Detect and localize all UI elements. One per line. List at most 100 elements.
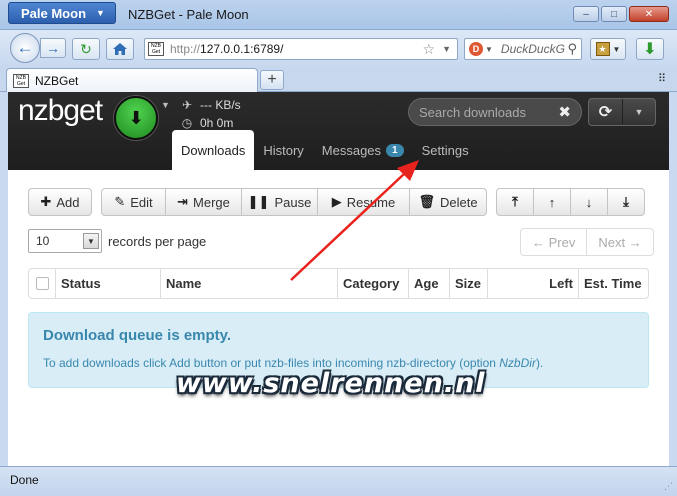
url-bar[interactable]: NZB Get http://127.0.0.1:6789/ ☆ ▼	[144, 38, 458, 60]
bookmarks-icon: ★	[595, 42, 610, 56]
pause-button-label: Pause	[274, 194, 312, 210]
window-controls: – □ ✕	[573, 6, 669, 22]
back-button[interactable]: ←	[10, 33, 40, 63]
select-all-cell	[29, 269, 55, 298]
web-search-input[interactable]: DuckDuckG	[501, 42, 567, 56]
url-host: 127.0.0.1:6789/	[200, 42, 284, 56]
tab-messages-label: Messages	[321, 142, 382, 158]
move-up-button[interactable]: ↑	[533, 188, 571, 216]
next-page-button[interactable]: Next →	[586, 229, 652, 255]
resize-grip-icon[interactable]: ⋰	[664, 481, 673, 492]
time-remaining: 0h 0m	[200, 116, 234, 130]
merge-button-label: Merge	[193, 194, 230, 210]
edit-icon: ✎	[114, 194, 126, 209]
web-search-bar[interactable]: D ▼ DuckDuckG ⚲	[464, 38, 582, 60]
pagination: ← Prev Next →	[520, 228, 654, 256]
move-bottom-icon: ⤓	[623, 194, 629, 209]
move-top-button[interactable]: ⤒	[496, 188, 534, 216]
empty-queue-title: Download queue is empty.	[43, 327, 232, 344]
url-history-dropdown-icon[interactable]: ▼	[442, 44, 451, 54]
arrow-down-icon: ↓	[585, 194, 593, 210]
move-down-button[interactable]: ↓	[570, 188, 608, 216]
home-icon	[113, 43, 127, 55]
forward-button[interactable]: →	[40, 38, 66, 58]
download-search-box[interactable]: ✖	[408, 98, 582, 126]
tab-list-icon[interactable]: ⠿	[658, 72, 667, 85]
arrow-left-icon: ←	[16, 38, 34, 57]
back-forward-group: ← →	[10, 33, 68, 63]
column-est-time[interactable]: Est. Time	[578, 269, 648, 298]
plus-icon: ✚	[40, 194, 52, 209]
chevron-down-icon: ▼	[96, 8, 105, 18]
column-status[interactable]: Status	[55, 269, 160, 298]
delete-button-label: Delete	[439, 194, 478, 210]
column-left[interactable]: Left	[487, 269, 578, 298]
downloads-table-header: Status Name Category Age Size Left Est. …	[28, 268, 649, 299]
edit-button[interactable]: ✎ Edit	[101, 188, 166, 216]
app-menu-button[interactable]: Pale Moon ▼	[8, 2, 116, 24]
bookmarks-button[interactable]: ★ ▼	[590, 38, 626, 60]
records-per-page-value: 10	[36, 234, 50, 248]
chevron-down-icon[interactable]: ▼	[83, 233, 99, 249]
tab-downloads[interactable]: Downloads	[172, 130, 255, 170]
records-per-page-label: records per page	[108, 233, 207, 249]
browser-tab-nzbget[interactable]: NZB Get NZBGet	[6, 68, 258, 92]
downloads-button[interactable]: ⬇	[636, 38, 664, 60]
status-bar: Done ⋰	[0, 466, 677, 496]
prev-page-button[interactable]: ← Prev	[521, 229, 586, 255]
tab-messages[interactable]: Messages 1	[313, 130, 413, 170]
add-button[interactable]: ✚ Add	[28, 188, 92, 216]
merge-button[interactable]: ⇥ Merge	[165, 188, 242, 216]
logo-text-part: get	[63, 94, 103, 127]
reload-button[interactable]: ↻	[72, 38, 100, 60]
pause-icon: ❚❚	[247, 194, 270, 209]
download-search-input[interactable]	[419, 104, 549, 120]
clear-search-icon[interactable]: ✖	[558, 103, 571, 121]
duckduckgo-icon[interactable]: D	[469, 42, 483, 56]
select-all-checkbox[interactable]	[35, 277, 49, 290]
new-tab-button[interactable]: +	[260, 70, 284, 90]
column-name[interactable]: Name	[160, 269, 337, 298]
download-arrow-icon: ⬇	[128, 107, 144, 128]
page-content: nzbget ⬇ ▼ ✈ --- KB/s ◷ 0h 0m ✖ ⟳ ▼ Downlo…	[8, 92, 669, 466]
resume-button[interactable]: ▶ Resume	[317, 188, 410, 216]
records-per-page: 10 ▼ records per page	[28, 229, 206, 253]
tab-settings[interactable]: Settings	[413, 130, 478, 170]
home-button[interactable]	[106, 38, 134, 60]
url-text[interactable]: http://127.0.0.1:6789/	[170, 42, 283, 56]
chevron-down-icon: ▼	[612, 44, 621, 54]
site-favicon-icon: NZB Get	[148, 42, 164, 56]
refresh-options-dropdown[interactable]: ▼	[623, 99, 655, 125]
main-tabs: Downloads History Messages 1 Settings	[172, 130, 478, 170]
records-per-page-select[interactable]: 10 ▼	[28, 229, 102, 253]
tab-history[interactable]: History	[254, 130, 312, 170]
add-button-label: Add	[56, 194, 80, 210]
refresh-button-group: ⟳ ▼	[588, 98, 656, 126]
column-age[interactable]: Age	[408, 269, 449, 298]
pause-button[interactable]: ❚❚ Pause	[241, 188, 318, 216]
chevron-down-icon[interactable]: ▼	[161, 100, 170, 110]
refresh-button[interactable]: ⟳	[589, 99, 623, 125]
column-category[interactable]: Category	[337, 269, 408, 298]
delete-button[interactable]: 🗑 Delete	[409, 188, 487, 216]
pause-download-toggle-button[interactable]: ⬇	[114, 96, 158, 140]
maximize-button[interactable]: □	[601, 6, 627, 22]
minimize-button[interactable]: –	[573, 6, 599, 22]
merge-icon: ⇥	[177, 194, 189, 209]
nzbget-logo: nzbget	[18, 94, 103, 128]
speed-info: ✈ --- KB/s ◷ 0h 0m	[180, 96, 241, 132]
alert-option-name: NzbDir	[499, 356, 536, 370]
trash-icon: 🗑	[418, 194, 435, 209]
window-title: NZBGet - Pale Moon	[128, 7, 249, 22]
url-protocol: http://	[170, 42, 201, 56]
chevron-down-icon: ▼	[634, 107, 644, 117]
app-menu-label: Pale Moon	[21, 5, 87, 21]
arrow-up-icon: ↑	[548, 194, 556, 210]
move-bottom-button[interactable]: ⤓	[607, 188, 645, 216]
column-size[interactable]: Size	[449, 269, 487, 298]
magnifier-icon[interactable]: ⚲	[567, 41, 577, 57]
nzbget-navbar: nzbget ⬇ ▼ ✈ --- KB/s ◷ 0h 0m ✖ ⟳ ▼ Downlo…	[8, 92, 669, 170]
close-button[interactable]: ✕	[629, 6, 669, 22]
bookmark-star-icon[interactable]: ☆	[422, 41, 435, 58]
search-engine-dropdown-icon[interactable]: ▼	[485, 45, 493, 54]
